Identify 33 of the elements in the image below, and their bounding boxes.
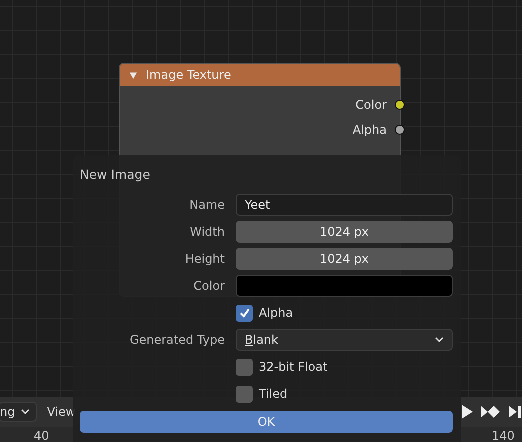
node-title: Image Texture — [146, 68, 232, 82]
field-label: Width — [190, 225, 225, 239]
type-dropdown[interactable]: Blank — [236, 329, 453, 351]
field-label: Height — [185, 252, 225, 266]
chevron-icon — [435, 337, 444, 343]
field-label: Generated Type — [130, 333, 225, 347]
frame-number: 40 — [34, 429, 50, 442]
checkbox-label: Tiled — [259, 387, 288, 401]
checkbox[interactable] — [236, 358, 253, 376]
chevron-icon — [21, 409, 30, 415]
name-field[interactable]: Yeet — [236, 194, 453, 216]
width-field[interactable]: 1024 px — [236, 221, 453, 243]
collapse-triangle-icon[interactable] — [129, 70, 138, 80]
output-label: Alpha — [352, 122, 387, 136]
socket-dot[interactable] — [395, 124, 405, 134]
skip-end-icon[interactable] — [508, 404, 522, 420]
height-field[interactable]: 1024 px — [236, 248, 453, 270]
mode-dropdown[interactable]: ng — [0, 402, 38, 422]
output-label: Color — [356, 98, 387, 112]
checkbox[interactable] — [236, 386, 253, 402]
checkbox-label: Alpha — [259, 306, 294, 320]
frame-number: 140 — [492, 429, 515, 442]
field-label: Color — [194, 279, 225, 293]
checkmark-icon — [238, 306, 252, 320]
field-label: Name — [190, 198, 225, 212]
keyframe-jump-icon[interactable] — [480, 404, 502, 420]
node-header[interactable]: Image Texture — [120, 64, 400, 86]
menu-item[interactable]: View — [47, 405, 76, 419]
dialog-title: New Image — [80, 167, 150, 184]
checkbox-label: 32-bit Float — [259, 360, 328, 374]
color-swatch[interactable] — [236, 275, 453, 297]
checkbox[interactable] — [236, 304, 253, 322]
socket-dot[interactable] — [395, 100, 405, 110]
